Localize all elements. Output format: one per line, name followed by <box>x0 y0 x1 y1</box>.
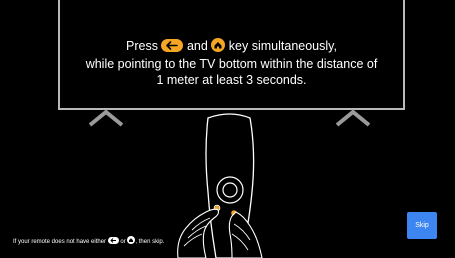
tv-right-leg <box>335 108 375 133</box>
instruction-simultaneously-text: key simultaneously, <box>228 39 337 53</box>
footnote-or-text: or <box>120 239 126 245</box>
instruction-line-1: Press and key simultaneously, <box>58 38 405 56</box>
back-arrow-icon <box>161 39 184 56</box>
back-arrow-mini-icon <box>107 237 119 248</box>
remote-footnote: If your remote does not have either or ,… <box>13 236 164 248</box>
skip-button-label: Skip <box>415 222 429 229</box>
skip-button[interactable]: Skip <box>407 212 437 239</box>
pairing-screen: Press and key simultaneously, while poin… <box>0 0 455 258</box>
footnote-before-text: If your remote does not have either <box>13 239 107 245</box>
instruction-line-3: 1 meter at least 3 seconds. <box>156 73 307 87</box>
tv-left-leg <box>88 108 128 133</box>
instruction-press-text: Press <box>126 39 158 53</box>
instruction-line-2: while pointing to the TV bottom within t… <box>85 57 378 71</box>
home-icon <box>211 38 226 56</box>
footnote-after-text: , then skip. <box>135 239 165 245</box>
pairing-instruction: Press and key simultaneously, while poin… <box>58 38 405 88</box>
instruction-and-text: and <box>186 39 208 53</box>
remote-illustration <box>170 112 280 258</box>
